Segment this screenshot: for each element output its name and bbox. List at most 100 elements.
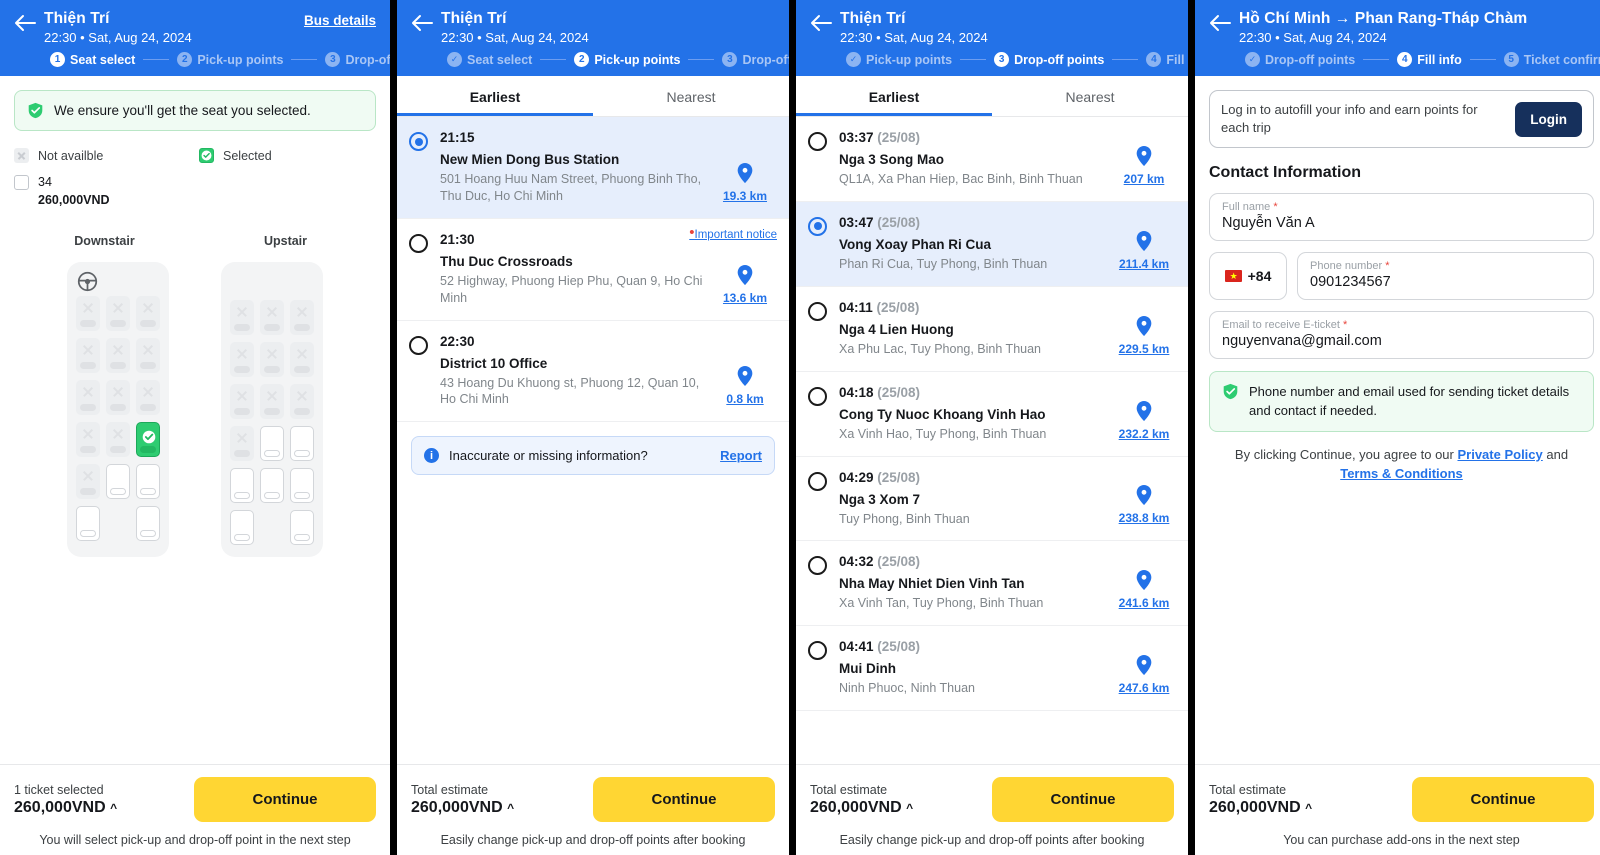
- continue-button[interactable]: Continue: [1412, 777, 1594, 822]
- stop-item[interactable]: 03:47 (25/08) Vong Xoay Phan Ri Cua Phan R…: [796, 201, 1188, 287]
- step-label: Drop-off points: [1014, 52, 1105, 67]
- step-pickup-points[interactable]: 2 Pick-up points: [574, 52, 680, 67]
- tab-nearest[interactable]: Nearest: [992, 76, 1188, 116]
- step-seat-select[interactable]: ✓ Seat select: [447, 52, 532, 67]
- important-notice-link[interactable]: •Important notice: [689, 225, 777, 241]
- seat-available[interactable]: [260, 426, 284, 462]
- continue-button[interactable]: Continue: [593, 777, 775, 822]
- stop-distance[interactable]: 238.8 km: [1119, 511, 1170, 525]
- stop-radio[interactable]: [808, 641, 827, 661]
- stop-date: (25/08): [877, 554, 921, 570]
- stop-distance[interactable]: 229.5 km: [1119, 342, 1170, 356]
- seat-available[interactable]: [290, 510, 314, 546]
- tab-earliest[interactable]: Earliest: [796, 76, 992, 116]
- stop-distance[interactable]: 207 km: [1124, 172, 1165, 186]
- phone-number-field[interactable]: Phone number * 0901234567: [1297, 252, 1594, 301]
- step-fill-info[interactable]: 4 Fill info: [1146, 52, 1188, 67]
- header-fill-info: Hồ Chí Minh → Phan Rang-Tháp Chàm 22:30 …: [1195, 0, 1600, 76]
- footer-note: You will select pick-up and drop-off poi…: [39, 833, 351, 847]
- step-dropoff-points[interactable]: 3 Drop-off points: [325, 52, 390, 67]
- stop-item[interactable]: 04:11 (25/08) Nga 4 Lien Huong Xa Phu Lac,…: [796, 287, 1188, 372]
- deck-upstair[interactable]: [221, 262, 323, 558]
- continue-button[interactable]: Continue: [992, 777, 1174, 822]
- seat-available[interactable]: [290, 426, 314, 462]
- seat-available[interactable]: [106, 464, 130, 500]
- stop-item[interactable]: 22:30 District 10 Office 43 Hoang Du Khuon…: [397, 321, 789, 423]
- stop-item[interactable]: 04:18 (25/08) Cong Ty Nuoc Khoang Vinh Ha…: [796, 372, 1188, 457]
- stop-distance[interactable]: 0.8 km: [726, 392, 763, 406]
- stop-item[interactable]: 04:32 (25/08) Nha May Nhiet Dien Vinh Tan…: [796, 541, 1188, 627]
- stop-distance[interactable]: 13.6 km: [723, 291, 767, 305]
- stop-radio[interactable]: [409, 335, 428, 355]
- step-ticket-confirmation[interactable]: 5 Ticket confirmation: [1503, 52, 1600, 67]
- back-button[interactable]: [1209, 10, 1239, 32]
- step-dropoff-points[interactable]: ✓ Drop-off points: [1245, 52, 1355, 67]
- stop-radio[interactable]: [808, 216, 827, 236]
- report-link[interactable]: Report: [720, 448, 762, 463]
- stop-time: 03:47 (25/08): [839, 214, 921, 230]
- stop-item[interactable]: 04:41 (25/08) Mui Dinh Ninh Phuoc, Ninh Th…: [796, 626, 1188, 712]
- step-pickup-points[interactable]: 2 Pick-up points: [177, 52, 283, 67]
- map-pin-icon: [737, 366, 753, 391]
- back-button[interactable]: [14, 10, 44, 32]
- seat-unavailable: [136, 296, 160, 332]
- stop-item[interactable]: 21:30 Thu Duc Crossroads 52 Highway, Phuon…: [397, 219, 789, 321]
- step-dropoff-points[interactable]: 3 Drop-off points: [994, 52, 1104, 67]
- seat-selected[interactable]: [136, 422, 160, 458]
- full-name-value: Nguyễn Văn A: [1222, 215, 1315, 232]
- seat-available[interactable]: [76, 506, 100, 542]
- country-code-selector[interactable]: ★ +84: [1209, 252, 1287, 301]
- stop-radio[interactable]: [808, 386, 827, 406]
- stop-distance[interactable]: 211.4 km: [1119, 257, 1169, 271]
- stop-radio[interactable]: [808, 301, 827, 321]
- email-field[interactable]: Email to receive E-ticket * nguyenvana@g…: [1209, 311, 1594, 360]
- map-pin-icon: [1136, 655, 1152, 680]
- stop-radio[interactable]: [808, 132, 827, 151]
- stop-item[interactable]: 03:37 (25/08) Nga 3 Song Mao QL1A, Xa Phan…: [796, 117, 1188, 202]
- stop-radio[interactable]: [808, 556, 827, 576]
- full-name-field[interactable]: Full name * Nguyễn Văn A: [1209, 193, 1594, 242]
- total-price[interactable]: 260,000VND ^: [14, 799, 194, 817]
- seat-available[interactable]: [230, 510, 254, 546]
- back-button[interactable]: [810, 10, 840, 32]
- stop-distance[interactable]: 232.2 km: [1119, 427, 1170, 441]
- stop-radio[interactable]: [808, 471, 827, 491]
- total-price[interactable]: 260,000VND ^: [1209, 799, 1412, 817]
- seat-unavailable: [230, 342, 254, 378]
- back-button[interactable]: [411, 10, 441, 32]
- step-pickup-points[interactable]: ✓ Pick-up points: [846, 52, 952, 67]
- stop-item[interactable]: 21:15 New Mien Dong Bus Station 501 Hoang …: [397, 117, 789, 219]
- step-label: Pick-up points: [594, 52, 681, 67]
- seat-row: [230, 510, 314, 546]
- tab-earliest[interactable]: Earliest: [397, 76, 593, 116]
- seat-unavailable: [230, 300, 254, 336]
- stop-distance[interactable]: 19.3 km: [723, 189, 767, 203]
- stop-date: (25/08): [877, 384, 921, 400]
- total-price[interactable]: 260,000VND ^: [411, 799, 593, 817]
- seat-available[interactable]: [136, 506, 160, 542]
- step-fill-info[interactable]: 4 Fill info: [1397, 52, 1462, 67]
- total-price[interactable]: 260,000VND ^: [810, 799, 992, 817]
- stop-radio[interactable]: [409, 132, 428, 151]
- seat-available[interactable]: [136, 464, 160, 500]
- seat-available[interactable]: [260, 468, 284, 504]
- continue-button[interactable]: Continue: [194, 777, 376, 822]
- total-estimate-label: Total estimate: [411, 782, 489, 797]
- stop-time: 04:11 (25/08): [839, 299, 920, 315]
- deck-downstair[interactable]: [67, 262, 169, 558]
- tab-nearest[interactable]: Nearest: [593, 76, 789, 116]
- stop-distance[interactable]: 247.6 km: [1119, 681, 1170, 695]
- seat-available[interactable]: [230, 468, 254, 504]
- terms-conditions-link[interactable]: Terms & Conditions: [1340, 466, 1463, 481]
- private-policy-link[interactable]: Private Policy: [1457, 447, 1542, 462]
- stop-radio[interactable]: [409, 233, 428, 253]
- login-button[interactable]: Login: [1515, 101, 1582, 137]
- step-seat-select[interactable]: 1 Seat select: [50, 52, 135, 67]
- stop-item[interactable]: 04:29 (25/08) Nga 3 Xom 7 Tuy Phong, Binh …: [796, 457, 1188, 542]
- trip-datetime: 22:30 • Sat, Aug 24, 2024: [840, 30, 988, 45]
- stop-distance[interactable]: 241.6 km: [1119, 596, 1170, 610]
- seat-available[interactable]: [290, 468, 314, 504]
- bus-details-link[interactable]: Bus details: [304, 10, 376, 28]
- step-label: Seat select: [467, 52, 533, 67]
- step-dropoff-points[interactable]: 3 Drop-off points: [722, 52, 789, 67]
